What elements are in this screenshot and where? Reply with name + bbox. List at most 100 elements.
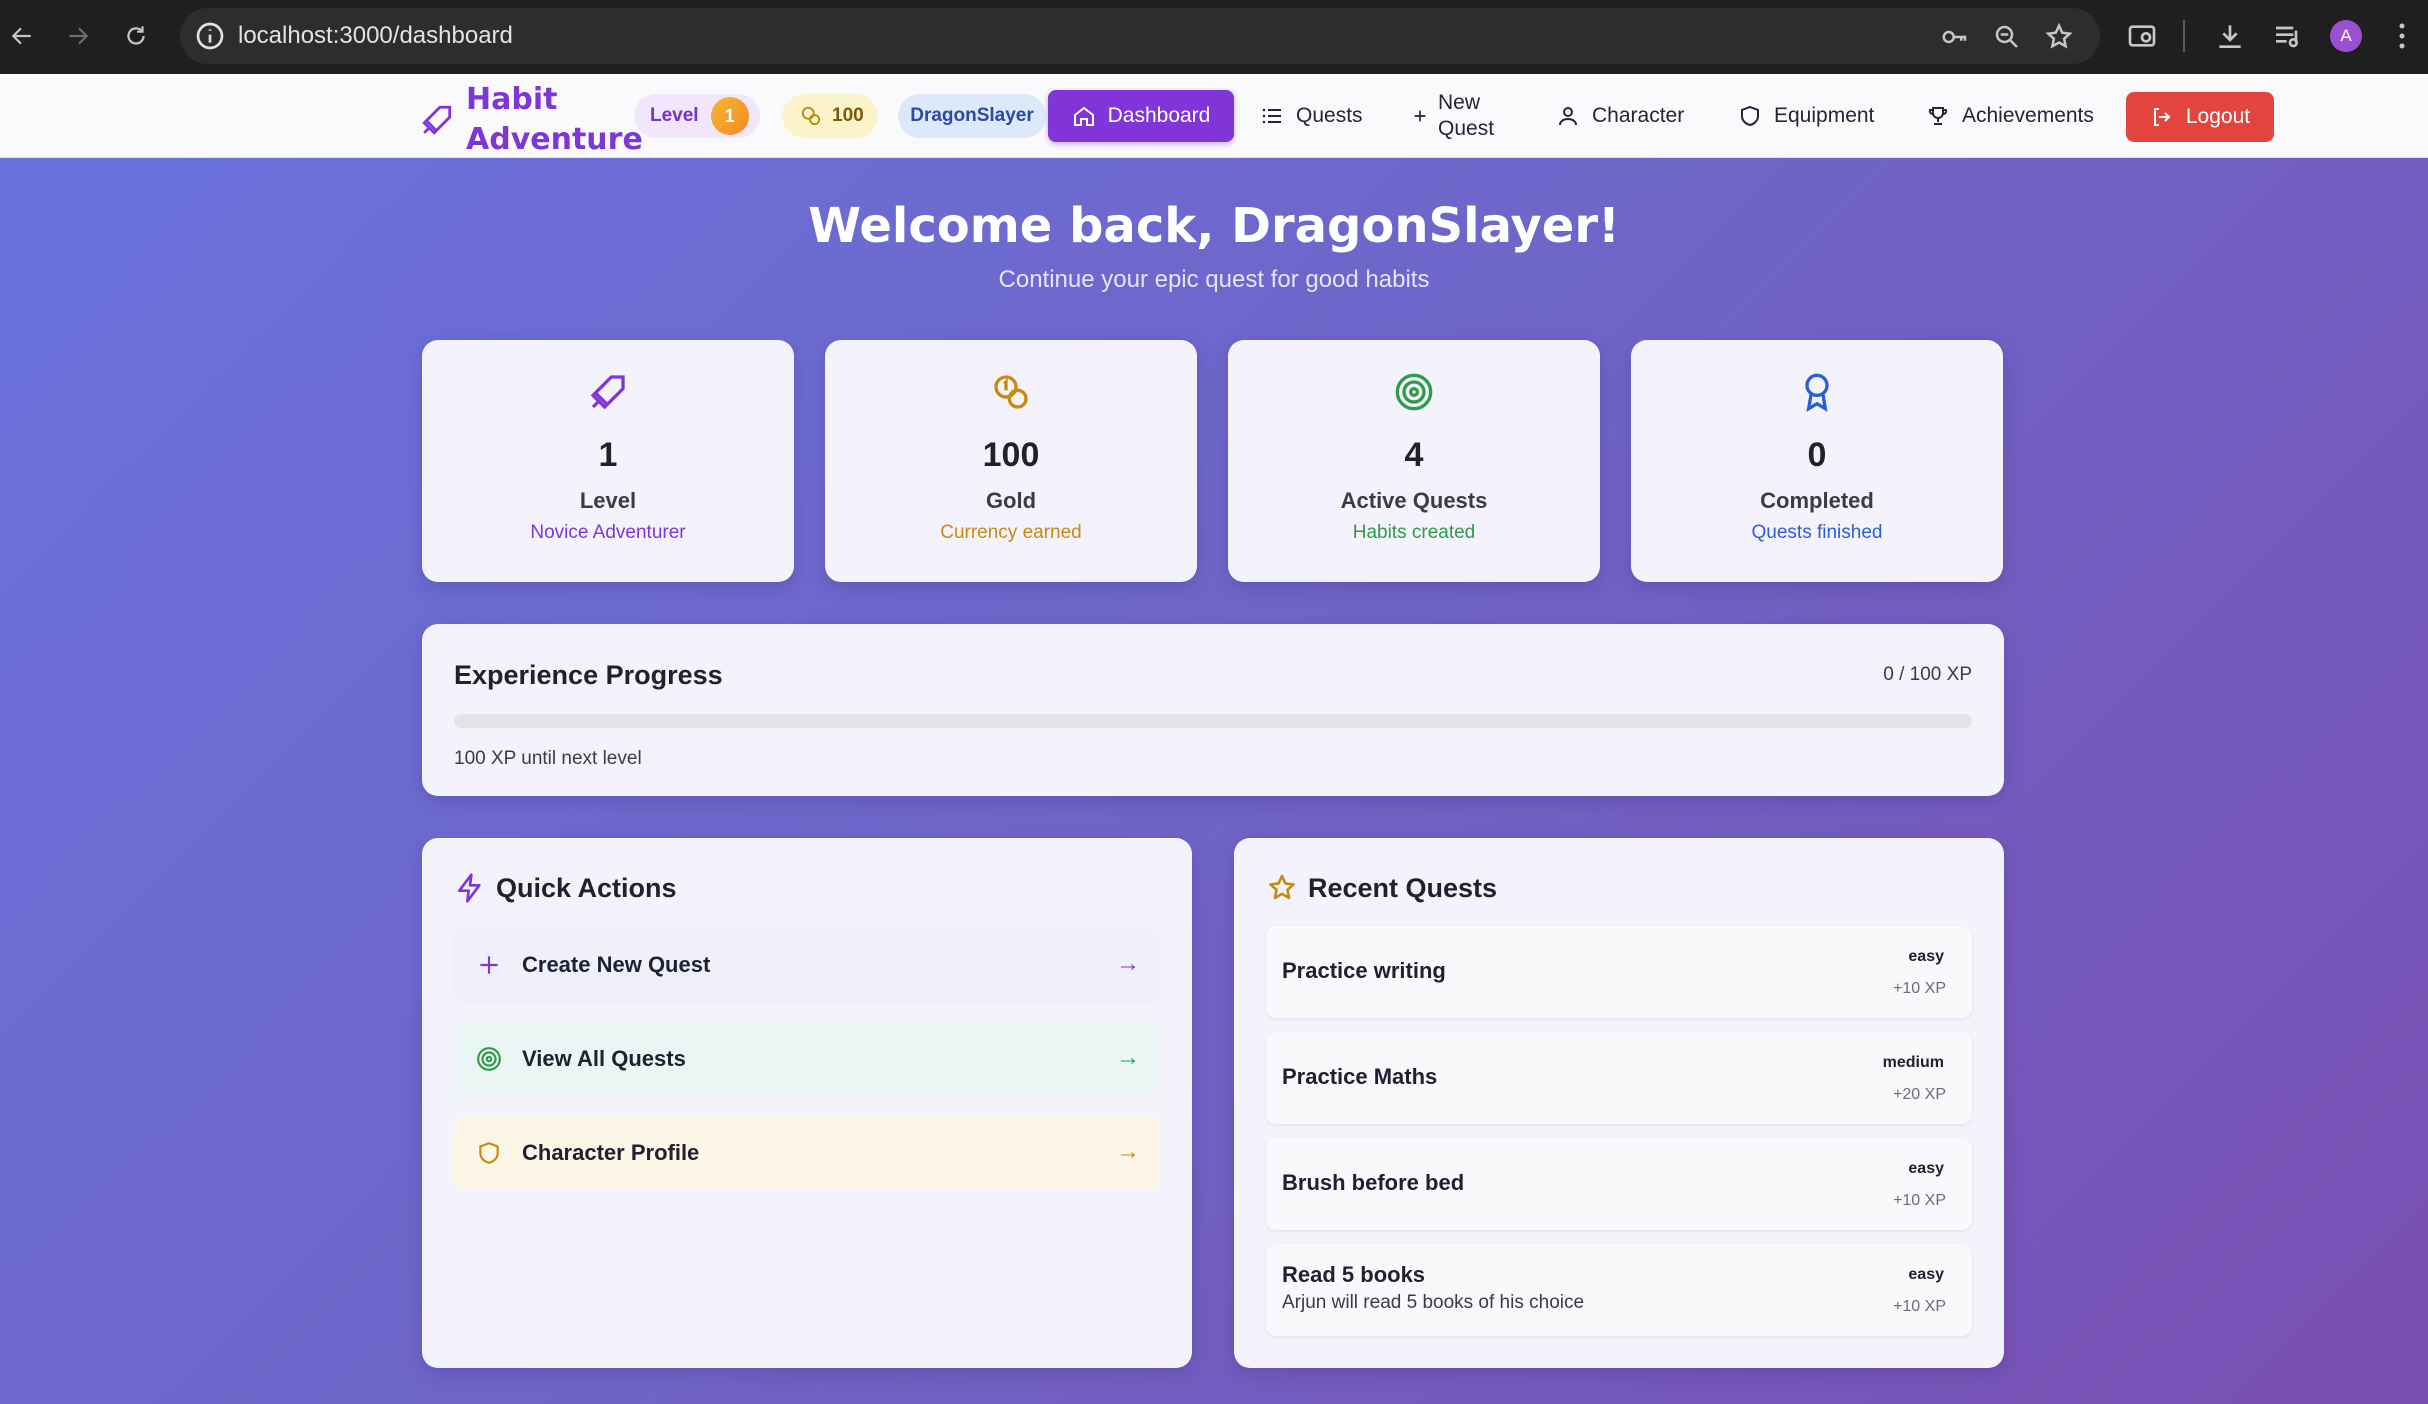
arrow-right-icon: → (1116, 1044, 1140, 1071)
sword-icon (422, 105, 452, 135)
profile-avatar[interactable]: A (2330, 20, 2362, 52)
welcome-title: Welcome back, DragonSlayer! (808, 198, 1620, 254)
coins-icon (801, 106, 821, 126)
address-bar[interactable]: localhost:3000/dashboard (180, 8, 2100, 64)
experience-ratio: 0 / 100 XP (1883, 664, 1972, 685)
quest-xp: +20 XP (1893, 1086, 1946, 1103)
plus-icon (1414, 110, 1426, 122)
target-icon (477, 1047, 501, 1071)
nav-new-quest[interactable]: New Quest (1412, 90, 1512, 142)
welcome-subtitle: Continue your epic quest for good habits (998, 266, 1430, 293)
level-pill-label: Level (650, 105, 699, 126)
stat-card-gold: 100 Gold Currency earned (825, 340, 1197, 582)
stat-value: 4 (1404, 436, 1424, 474)
character-profile-button[interactable]: Character Profile → (454, 1116, 1160, 1190)
shield-icon (479, 1142, 499, 1164)
plus-icon (480, 956, 498, 974)
arrow-right-icon: → (1116, 1138, 1140, 1165)
quest-item[interactable]: Read 5 books Arjun will read 5 books of … (1266, 1244, 1972, 1336)
stat-sub: Novice Adventurer (530, 522, 686, 543)
level-badge: 1 (710, 97, 749, 135)
award-icon (1805, 373, 1829, 412)
stat-value: 100 (982, 436, 1040, 474)
quest-description: Arjun will read 5 books of his choice (1282, 1292, 1585, 1313)
trophy-icon (1928, 107, 1948, 125)
reload-icon[interactable] (116, 16, 156, 56)
action-label: Character Profile (522, 1140, 700, 1165)
logout-button[interactable]: Logout (2126, 92, 2274, 142)
url-text[interactable]: localhost:3000/dashboard (238, 22, 513, 50)
quest-name: Read 5 books (1282, 1262, 1426, 1287)
toolbar-separator (2183, 20, 2185, 52)
user-icon (1559, 107, 1577, 126)
stat-value: 0 (1807, 436, 1827, 474)
zoom-icon[interactable] (1992, 22, 2022, 52)
quest-difficulty: easy (1908, 1160, 1944, 1177)
nav-quests-label: Quests (1296, 104, 1363, 127)
star-icon (1269, 874, 1295, 900)
arrow-right-icon: → (1116, 950, 1140, 977)
nav-dashboard[interactable]: Dashboard (1048, 90, 1234, 142)
stat-sub: Quests finished (1751, 522, 1883, 543)
brand-logo[interactable]: Habit Adventure (420, 80, 643, 160)
experience-card: Experience Progress 0 / 100 XP 100 XP un… (422, 624, 2004, 796)
quest-difficulty: medium (1882, 1054, 1944, 1071)
shield-icon (1741, 105, 1759, 127)
key-icon[interactable] (1940, 22, 1970, 52)
stat-card-completed: 0 Completed Quests finished (1631, 340, 2003, 582)
recent-quests-panel: Recent Quests Practice writing easy +10 … (1234, 838, 2004, 1368)
nav-character-label: Character (1592, 104, 1685, 127)
quest-xp: +10 XP (1893, 1192, 1946, 1209)
tab-search-icon[interactable] (2126, 20, 2158, 52)
star-icon[interactable] (2044, 22, 2074, 52)
action-label: View All Quests (522, 1046, 686, 1071)
nav-quests[interactable]: Quests (1260, 90, 1363, 142)
nav-equipment-label: Equipment (1774, 104, 1875, 127)
nav-character[interactable]: Character (1556, 90, 1684, 142)
quest-item[interactable]: Practice Maths medium +20 XP (1266, 1032, 1972, 1124)
nav-new-quest-label: New Quest (1438, 91, 1495, 140)
menu-icon[interactable] (2392, 18, 2412, 54)
sword-icon (590, 375, 625, 410)
site-info-icon[interactable] (194, 20, 226, 52)
quest-item[interactable]: Brush before bed easy +10 XP (1266, 1138, 1972, 1230)
brand-name-line1: Habit (466, 82, 558, 117)
target-icon (1395, 373, 1433, 411)
experience-note: 100 XP until next level (454, 748, 642, 769)
stat-sub: Habits created (1352, 522, 1476, 543)
create-new-quest-button[interactable]: Create New Quest → (454, 928, 1160, 1002)
recent-quests-title-text: Recent Quests (1308, 872, 1498, 903)
quest-difficulty: easy (1908, 1266, 1944, 1283)
media-icon[interactable] (2272, 20, 2304, 52)
stat-value: 1 (598, 436, 618, 474)
stat-label: Active Quests (1340, 488, 1488, 513)
quest-item[interactable]: Practice writing easy +10 XP (1266, 926, 1972, 1018)
level-pill: Level 1 (634, 94, 760, 138)
forward-icon[interactable] (58, 16, 98, 56)
quick-actions-title: Quick Actions (454, 872, 677, 904)
browser-chrome: localhost:3000/dashboard A (0, 0, 2428, 74)
quest-name: Practice Maths (1282, 1064, 1438, 1089)
quest-xp: +10 XP (1893, 980, 1946, 997)
stat-label: Level (579, 488, 637, 513)
gold-pill: 100 (782, 94, 878, 138)
action-label: Create New Quest (522, 952, 711, 977)
quick-actions-panel: Quick Actions Create New Quest → View Al… (422, 838, 1192, 1368)
stat-label: Completed (1760, 488, 1874, 513)
quest-name: Brush before bed (1282, 1170, 1465, 1195)
stat-card-active-quests: 4 Active Quests Habits created (1228, 340, 1600, 582)
brand-name-line2: Adventure (466, 122, 643, 157)
logout-label: Logout (2185, 105, 2251, 128)
download-icon[interactable] (2214, 20, 2246, 52)
nav-achievements[interactable]: Achievements (1926, 90, 2094, 142)
nav-dashboard-label: Dashboard (1107, 104, 1211, 127)
back-icon[interactable] (2, 16, 42, 56)
list-icon (1262, 108, 1281, 124)
nav-equipment[interactable]: Equipment (1738, 90, 1874, 142)
nav-achievements-label: Achievements (1962, 104, 2094, 127)
experience-progress-bar (454, 714, 1972, 728)
view-all-quests-button[interactable]: View All Quests → (454, 1022, 1160, 1096)
stat-label: Gold (985, 488, 1037, 513)
coins-icon (994, 375, 1028, 409)
gold-pill-value: 100 (832, 105, 864, 126)
